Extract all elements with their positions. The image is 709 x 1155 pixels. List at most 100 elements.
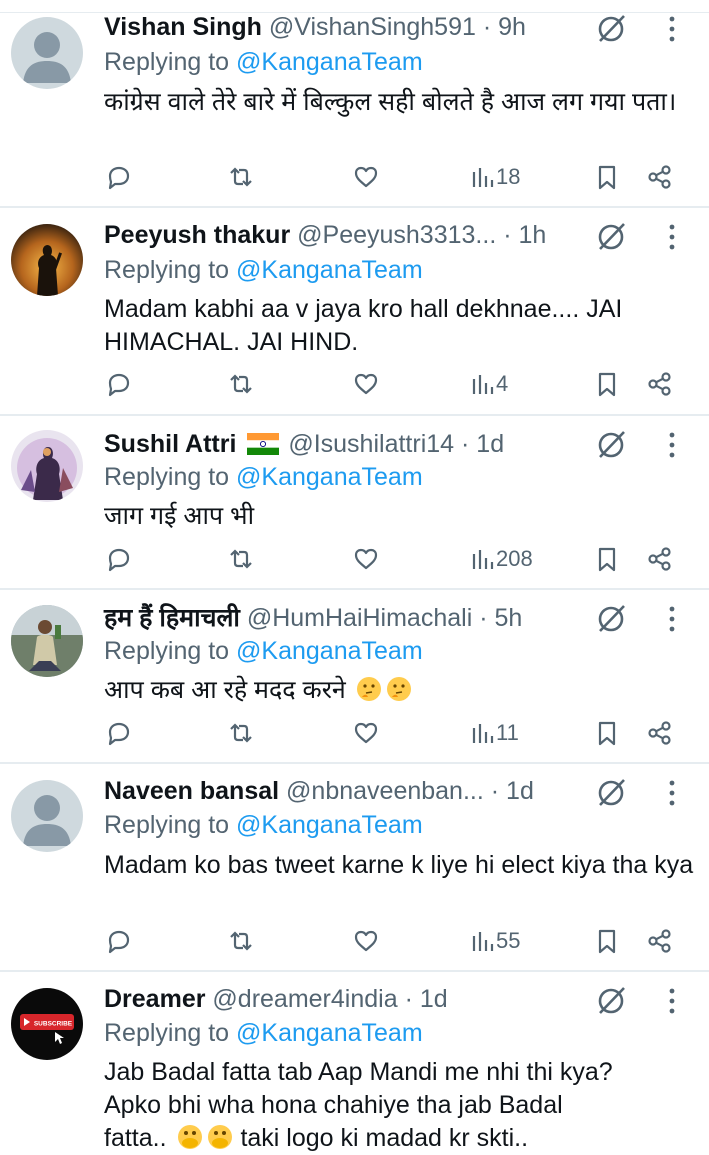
mention-link[interactable]: @KanganaTeam xyxy=(236,1019,423,1047)
like-button[interactable] xyxy=(352,718,380,748)
reply-button[interactable] xyxy=(104,718,132,748)
display-name[interactable]: हम हैं हिमाचली xyxy=(104,604,240,632)
reply-button[interactable] xyxy=(104,162,132,192)
bookmark-button[interactable] xyxy=(594,162,620,192)
repost-icon xyxy=(230,374,252,394)
repost-button[interactable] xyxy=(226,718,256,748)
more-options-icon[interactable] xyxy=(662,429,682,461)
views-button[interactable]: 11 xyxy=(470,718,519,748)
replying-to: Replying to @KanganaTeam xyxy=(104,637,423,666)
timestamp[interactable]: 5h xyxy=(495,604,523,632)
bookmark-button[interactable] xyxy=(594,926,620,956)
user-handle[interactable]: @Peeyush3313... xyxy=(297,221,496,249)
more-options-icon[interactable] xyxy=(662,603,682,635)
reply-tweet[interactable]: Sushil Attri @Isushilattri14 · 1d Replyi… xyxy=(0,416,709,590)
timestamp[interactable]: 1d xyxy=(476,430,504,458)
bookmark-button[interactable] xyxy=(594,544,620,574)
display-name[interactable]: Vishan Singh xyxy=(104,13,262,41)
mention-link[interactable]: @KanganaTeam xyxy=(236,811,423,839)
silhouette-avatar-image xyxy=(11,224,83,296)
separator-dot: · xyxy=(404,985,413,1013)
avatar[interactable]: SUBSCRIBE xyxy=(11,988,83,1060)
repost-icon xyxy=(230,723,252,743)
share-button[interactable] xyxy=(646,544,674,574)
display-name[interactable]: Dreamer xyxy=(104,985,205,1013)
repost-button[interactable] xyxy=(226,162,256,192)
views-button[interactable]: 18 xyxy=(470,162,520,192)
mention-link[interactable]: @KanganaTeam xyxy=(236,637,423,665)
hand-over-mouth-emoji-icon xyxy=(207,1125,232,1149)
share-icon xyxy=(648,929,671,953)
bookmark-button[interactable] xyxy=(594,718,620,748)
reply-tweet[interactable]: हम हैं हिमाचली @HumHaiHimachali · 5h Rep… xyxy=(0,590,709,764)
mention-link[interactable]: @KanganaTeam xyxy=(236,256,423,284)
repost-button[interactable] xyxy=(226,369,256,399)
grok-icon[interactable] xyxy=(596,220,628,252)
avatar[interactable] xyxy=(11,780,83,852)
heart-icon xyxy=(354,373,378,395)
avatar[interactable] xyxy=(11,430,83,502)
more-options-icon[interactable] xyxy=(662,985,682,1017)
views-count: 4 xyxy=(496,371,509,396)
share-button[interactable] xyxy=(646,926,674,956)
grok-icon[interactable] xyxy=(596,12,628,44)
grok-icon[interactable] xyxy=(596,984,628,1016)
reply-button[interactable] xyxy=(104,544,132,574)
grok-icon[interactable] xyxy=(596,602,628,634)
timestamp[interactable]: 1d xyxy=(506,777,534,805)
user-handle[interactable]: @Isushilattri14 xyxy=(288,430,454,458)
views-button[interactable]: 55 xyxy=(470,926,520,956)
reply-tweet[interactable]: SUBSCRIBE Dreamer @dreamer4india · 1d Re… xyxy=(0,972,709,1152)
repost-button[interactable] xyxy=(226,544,256,574)
reply-tweet[interactable]: Peeyush thakur @Peeyush3313... · 1h Repl… xyxy=(0,208,709,416)
timestamp[interactable]: 9h xyxy=(498,13,526,41)
replying-to-label: Replying to xyxy=(104,48,230,76)
user-handle[interactable]: @VishanSingh591 xyxy=(269,13,476,41)
avatar[interactable] xyxy=(11,224,83,296)
reply-tweet[interactable]: Vishan Singh @VishanSingh591 · 9h Replyi… xyxy=(0,0,709,208)
grok-icon[interactable] xyxy=(596,776,628,808)
grok-icon[interactable] xyxy=(596,428,628,460)
share-button[interactable] xyxy=(646,718,674,748)
views-button[interactable]: 4 xyxy=(470,369,508,399)
default-avatar-icon xyxy=(11,17,83,89)
tweet-text-line: Apko bhi wha hona chahiye tha jab Badal xyxy=(104,1091,563,1119)
tweet-text: Jab Badal fatta tab Aap Mandi me nhi thi… xyxy=(104,1056,704,1155)
more-options-icon[interactable] xyxy=(662,13,682,45)
user-handle[interactable]: @HumHaiHimachali xyxy=(247,604,472,632)
views-count: 208 xyxy=(496,546,533,571)
display-name[interactable]: Naveen bansal xyxy=(104,777,279,805)
repost-button[interactable] xyxy=(226,926,256,956)
reply-button[interactable] xyxy=(104,369,132,399)
more-options-icon[interactable] xyxy=(662,221,682,253)
views-chart-icon xyxy=(472,168,494,187)
bookmark-icon xyxy=(598,721,616,746)
views-button[interactable]: 208 xyxy=(470,544,533,574)
tweet-text-line: fatta.. taki logo ki madad kr skti.. xyxy=(104,1122,704,1155)
mention-link[interactable]: @KanganaTeam xyxy=(236,48,423,76)
share-button[interactable] xyxy=(646,369,674,399)
more-options-icon[interactable] xyxy=(662,777,682,809)
like-button[interactable] xyxy=(352,369,380,399)
avatar-subscribe-text: SUBSCRIBE xyxy=(34,1021,73,1028)
reply-tweet[interactable]: Naveen bansal @nbnaveenban... · 1d Reply… xyxy=(0,764,709,972)
avatar[interactable] xyxy=(11,605,83,677)
avatar[interactable] xyxy=(11,17,83,89)
display-name[interactable]: Sushil Attri xyxy=(104,430,236,458)
user-handle[interactable]: @dreamer4india xyxy=(212,985,397,1013)
reply-icon xyxy=(108,548,130,572)
views-count: 55 xyxy=(496,928,521,953)
timestamp[interactable]: 1d xyxy=(420,985,448,1013)
mention-link[interactable]: @KanganaTeam xyxy=(236,463,423,491)
user-handle[interactable]: @nbnaveenban... xyxy=(286,777,484,805)
reply-button[interactable] xyxy=(104,926,132,956)
display-name[interactable]: Peeyush thakur xyxy=(104,221,290,249)
bookmark-button[interactable] xyxy=(594,369,620,399)
like-button[interactable] xyxy=(352,926,380,956)
bookmark-icon xyxy=(598,929,616,954)
like-button[interactable] xyxy=(352,544,380,574)
separator-dot: · xyxy=(482,13,492,41)
timestamp[interactable]: 1h xyxy=(519,221,547,249)
like-button[interactable] xyxy=(352,162,380,192)
share-button[interactable] xyxy=(646,162,674,192)
